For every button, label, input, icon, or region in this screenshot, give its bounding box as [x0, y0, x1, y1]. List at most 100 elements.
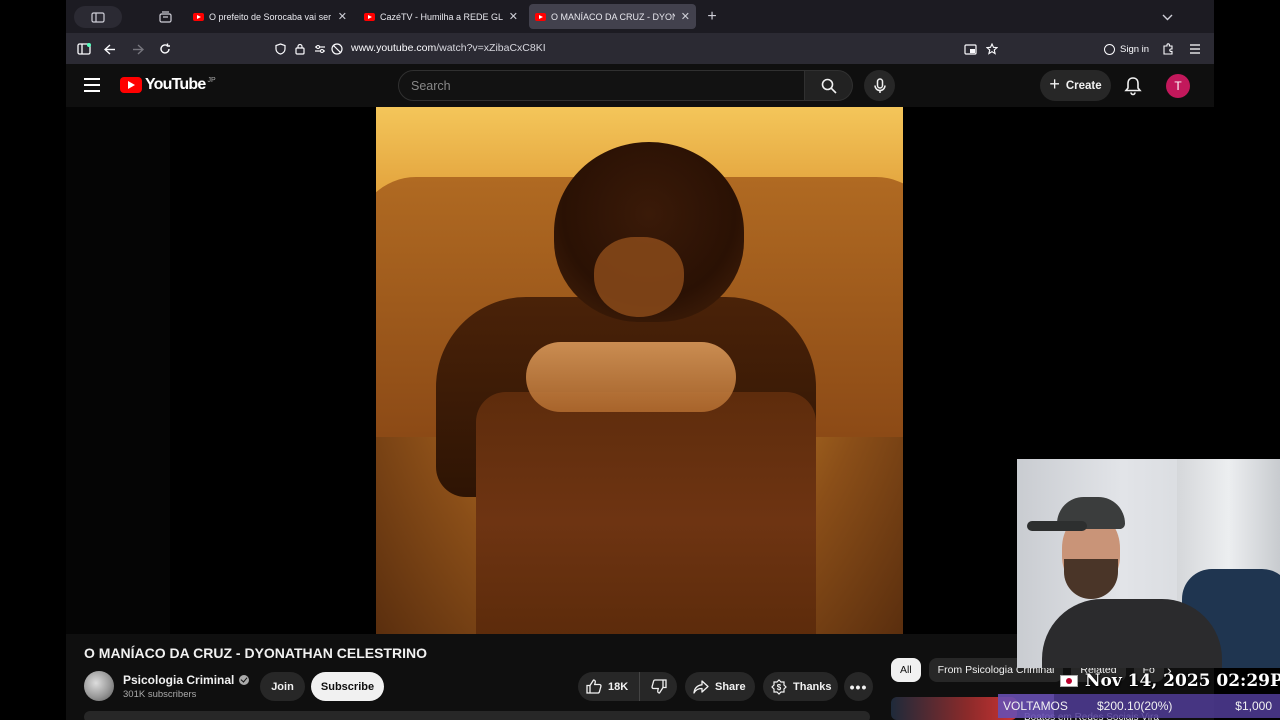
dislike-button[interactable]	[640, 672, 677, 701]
url-domain: www.youtube.com	[351, 42, 437, 54]
voice-search-button[interactable]	[864, 70, 895, 101]
microphone-icon	[873, 77, 886, 93]
bookmark-star-icon[interactable]	[983, 40, 1001, 58]
like-button[interactable]: 18K	[578, 672, 640, 701]
lock-icon[interactable]	[291, 40, 309, 58]
tab-close-icon[interactable]: ✕	[338, 10, 347, 23]
datetime-text: Nov 14, 2025 02:29PM	[1085, 671, 1280, 691]
youtube-favicon-icon	[535, 12, 546, 21]
channel-avatar[interactable]	[84, 671, 114, 701]
japan-flag-icon	[1060, 675, 1078, 687]
channel-name: Psicologia Criminal	[123, 673, 235, 687]
subscribe-button[interactable]: Subscribe	[311, 672, 384, 701]
video-frame[interactable]	[376, 107, 903, 634]
url-text: www.youtube.com/watch?v=xZibaCxC8KI	[351, 42, 546, 54]
join-button[interactable]: Join	[260, 672, 305, 701]
sign-in-button[interactable]: Sign in	[1098, 38, 1155, 60]
share-label: Share	[715, 680, 746, 693]
youtube-play-icon	[120, 77, 142, 93]
arrow-right-icon	[133, 43, 144, 55]
tab-title: O prefeito de Sorocaba vai ser preso	[209, 11, 332, 22]
plus-icon: +	[1049, 74, 1060, 94]
youtube-favicon-icon	[364, 12, 375, 21]
url-path: /watch?v=xZibaCxC8KI	[436, 42, 546, 54]
arrow-left-icon	[104, 43, 115, 55]
youtube-header: YouTube JP + Create T	[66, 64, 1214, 107]
picture-in-picture-icon[interactable]	[961, 40, 979, 58]
reload-icon	[160, 43, 170, 54]
cam-person-cap-brim	[1027, 521, 1087, 531]
donation-goal-bar: VOLTAMOS $200.10(20%) $1,000	[998, 694, 1280, 718]
donation-label: VOLTAMOS	[1003, 699, 1068, 713]
sidebar-icon	[77, 43, 91, 55]
stream-datetime: Nov 14, 2025 02:29PM	[1060, 671, 1280, 691]
video-title: O MANÍACO DA CRUZ - DYONATHAN CELESTRINO	[84, 645, 427, 661]
channel-name-link[interactable]: Psicologia Criminal	[123, 673, 250, 687]
super-thanks-icon: $	[771, 678, 787, 695]
chip-all[interactable]: All	[891, 658, 921, 682]
extensions-button[interactable]	[1159, 40, 1177, 58]
forward-button[interactable]	[129, 40, 147, 58]
search-button[interactable]	[805, 70, 853, 101]
thanks-label: Thanks	[793, 680, 832, 693]
autoplay-blocked-icon[interactable]	[328, 40, 346, 58]
thumbs-down-icon	[650, 679, 667, 694]
create-label: Create	[1065, 79, 1102, 92]
subscriber-count: 301K subscribers	[123, 689, 197, 700]
youtube-logo[interactable]: YouTube JP	[120, 76, 216, 94]
sidebar-icon	[91, 11, 105, 23]
url-bar[interactable]: www.youtube.com/watch?v=xZibaCxC8KI	[266, 37, 1008, 61]
tab-sorocaba[interactable]: O prefeito de Sorocaba vai ser preso ✕	[187, 4, 353, 29]
tab-maniaco-active[interactable]: O MANÍACO DA CRUZ - DYONATHAN ✕	[529, 4, 696, 29]
tab-overview-button[interactable]	[156, 6, 174, 28]
scene-person-face	[594, 237, 684, 317]
webcam-overlay	[1017, 459, 1280, 668]
youtube-favicon-icon	[193, 12, 204, 21]
notifications-button[interactable]	[1124, 76, 1144, 96]
more-horizontal-icon: •••	[849, 678, 868, 695]
more-actions-button[interactable]: •••	[844, 672, 873, 701]
back-button[interactable]	[101, 40, 119, 58]
svg-text:$: $	[777, 683, 782, 692]
verified-check-icon	[239, 675, 250, 685]
search-icon	[821, 78, 837, 94]
share-button[interactable]: Share	[685, 672, 755, 701]
plus-icon: +	[707, 8, 717, 25]
search-box	[398, 70, 805, 101]
cam-person-beard	[1064, 559, 1118, 599]
bell-icon	[1124, 77, 1142, 96]
permissions-icon[interactable]	[311, 40, 329, 58]
account-icon	[1104, 43, 1115, 55]
tab-groups-button[interactable]	[74, 6, 122, 28]
thanks-button[interactable]: $ Thanks	[763, 672, 838, 701]
tab-title: O MANÍACO DA CRUZ - DYONATHAN	[551, 11, 675, 22]
ambient-left	[66, 107, 170, 634]
sidebar-toggle-button[interactable]	[75, 40, 93, 58]
navigation-toolbar: www.youtube.com/watch?v=xZibaCxC8KI Sign…	[66, 33, 1214, 64]
account-avatar[interactable]: T	[1166, 74, 1190, 98]
tabs-overview-icon	[158, 11, 172, 23]
reload-button[interactable]	[156, 40, 174, 58]
donation-goal: $1,000	[1235, 699, 1272, 713]
shield-icon[interactable]	[271, 40, 289, 58]
list-all-tabs-button[interactable]	[1158, 6, 1176, 28]
search-input[interactable]	[399, 71, 804, 100]
tab-close-icon[interactable]: ✕	[509, 10, 518, 23]
guide-menu-button[interactable]	[84, 78, 100, 92]
region-code: JP	[207, 76, 216, 84]
app-menu-button[interactable]	[1186, 40, 1204, 58]
description-box-edge[interactable]	[84, 711, 870, 720]
create-button[interactable]: + Create	[1040, 70, 1111, 101]
scene-person-hands	[526, 342, 736, 412]
tab-cazetv[interactable]: CazéTV - Humilha a REDE GLOBO ✕	[358, 4, 524, 29]
like-dislike-group: 18K	[578, 672, 677, 701]
tab-close-icon[interactable]: ✕	[681, 10, 690, 23]
hamburger-icon	[1190, 44, 1200, 54]
screen-edge-left	[0, 0, 66, 720]
sign-in-label: Sign in	[1120, 43, 1150, 55]
new-tab-button[interactable]: +	[703, 6, 721, 28]
share-arrow-icon	[693, 679, 709, 694]
tab-title: CazéTV - Humilha a REDE GLOBO	[380, 11, 503, 22]
chevron-down-icon	[1162, 14, 1172, 20]
thumbs-up-icon	[586, 679, 602, 694]
